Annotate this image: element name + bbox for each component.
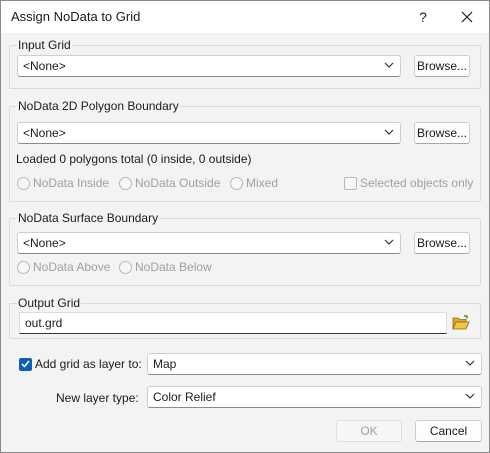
polygon-boundary-value: <None> [23, 126, 66, 140]
input-grid-label: Input Grid [17, 38, 72, 52]
radio-nodata-inside[interactable]: NoData Inside [17, 176, 109, 190]
radio-mixed[interactable]: Mixed [230, 176, 278, 190]
input-grid-browse-button[interactable]: Browse... [414, 55, 470, 77]
output-grid-label: Output Grid [17, 296, 82, 310]
add-grid-as-layer-checkbox[interactable]: Add grid as layer to: [19, 357, 142, 371]
help-button[interactable]: ? [403, 3, 443, 31]
chevron-down-icon [465, 360, 475, 366]
assign-nodata-dialog: Assign NoData to Grid ? Input Grid <None… [0, 0, 490, 453]
chevron-down-icon [384, 62, 394, 68]
polygon-load-status: Loaded 0 polygons total (0 inside, 0 out… [16, 152, 252, 166]
input-grid-combobox[interactable]: <None> [17, 55, 401, 77]
output-grid-input[interactable]: out.grd [19, 312, 447, 334]
radio-label: NoData Below [135, 260, 212, 274]
surface-boundary-browse-button[interactable]: Browse... [414, 232, 470, 254]
output-browse-folder-button[interactable] [451, 313, 471, 333]
cancel-button[interactable]: Cancel [415, 420, 482, 442]
surface-boundary-group: NoData Surface Boundary <None> Browse...… [9, 212, 481, 286]
surface-boundary-combobox[interactable]: <None> [17, 232, 401, 254]
layer-target-combobox[interactable]: Map [147, 353, 482, 375]
radio-circle [119, 176, 132, 190]
input-grid-value: <None> [23, 59, 66, 73]
polygon-boundary-label: NoData 2D Polygon Boundary [17, 99, 180, 113]
input-grid-group: Input Grid <None> Browse... [9, 39, 481, 89]
chevron-down-icon [465, 393, 475, 399]
radio-circle [119, 260, 132, 274]
radio-circle [17, 260, 30, 274]
radio-circle [17, 176, 30, 190]
surface-boundary-value: <None> [23, 236, 66, 250]
radio-nodata-above[interactable]: NoData Above [17, 260, 110, 274]
polygon-boundary-group: NoData 2D Polygon Boundary <None> Browse… [9, 100, 481, 202]
output-grid-group: Output Grid out.grd [9, 297, 481, 339]
help-icon: ? [419, 9, 427, 25]
close-button[interactable] [447, 3, 487, 31]
chevron-down-icon [384, 129, 394, 135]
radio-label: NoData Inside [33, 176, 110, 190]
layer-target-value: Map [153, 357, 177, 371]
close-icon [461, 11, 473, 23]
checkbox-box [344, 176, 357, 190]
radio-label: NoData Outside [135, 176, 221, 190]
new-layer-type-label: New layer type: [56, 391, 139, 405]
checkbox-box [19, 357, 32, 371]
dialog-title: Assign NoData to Grid [11, 9, 141, 24]
layer-type-value: Color Relief [153, 390, 216, 404]
ok-button[interactable]: OK [336, 420, 402, 442]
layer-type-combobox[interactable]: Color Relief [147, 386, 482, 408]
checkbox-label: Selected objects only [360, 176, 474, 190]
title-bar: Assign NoData to Grid ? [1, 1, 489, 33]
folder-open-icon [452, 315, 470, 330]
radio-label: NoData Above [33, 260, 111, 274]
surface-boundary-label: NoData Surface Boundary [17, 211, 160, 225]
output-grid-value: out.grd [25, 316, 63, 330]
chevron-down-icon [384, 239, 394, 245]
selected-objects-only-checkbox[interactable]: Selected objects only [344, 176, 473, 190]
radio-label: Mixed [246, 176, 279, 190]
radio-circle [230, 176, 243, 190]
checkmark-icon [21, 360, 30, 368]
radio-nodata-below[interactable]: NoData Below [119, 260, 212, 274]
polygon-boundary-browse-button[interactable]: Browse... [414, 122, 470, 144]
radio-nodata-outside[interactable]: NoData Outside [119, 176, 220, 190]
polygon-boundary-combobox[interactable]: <None> [17, 122, 401, 144]
checkbox-label: Add grid as layer to: [35, 357, 142, 371]
